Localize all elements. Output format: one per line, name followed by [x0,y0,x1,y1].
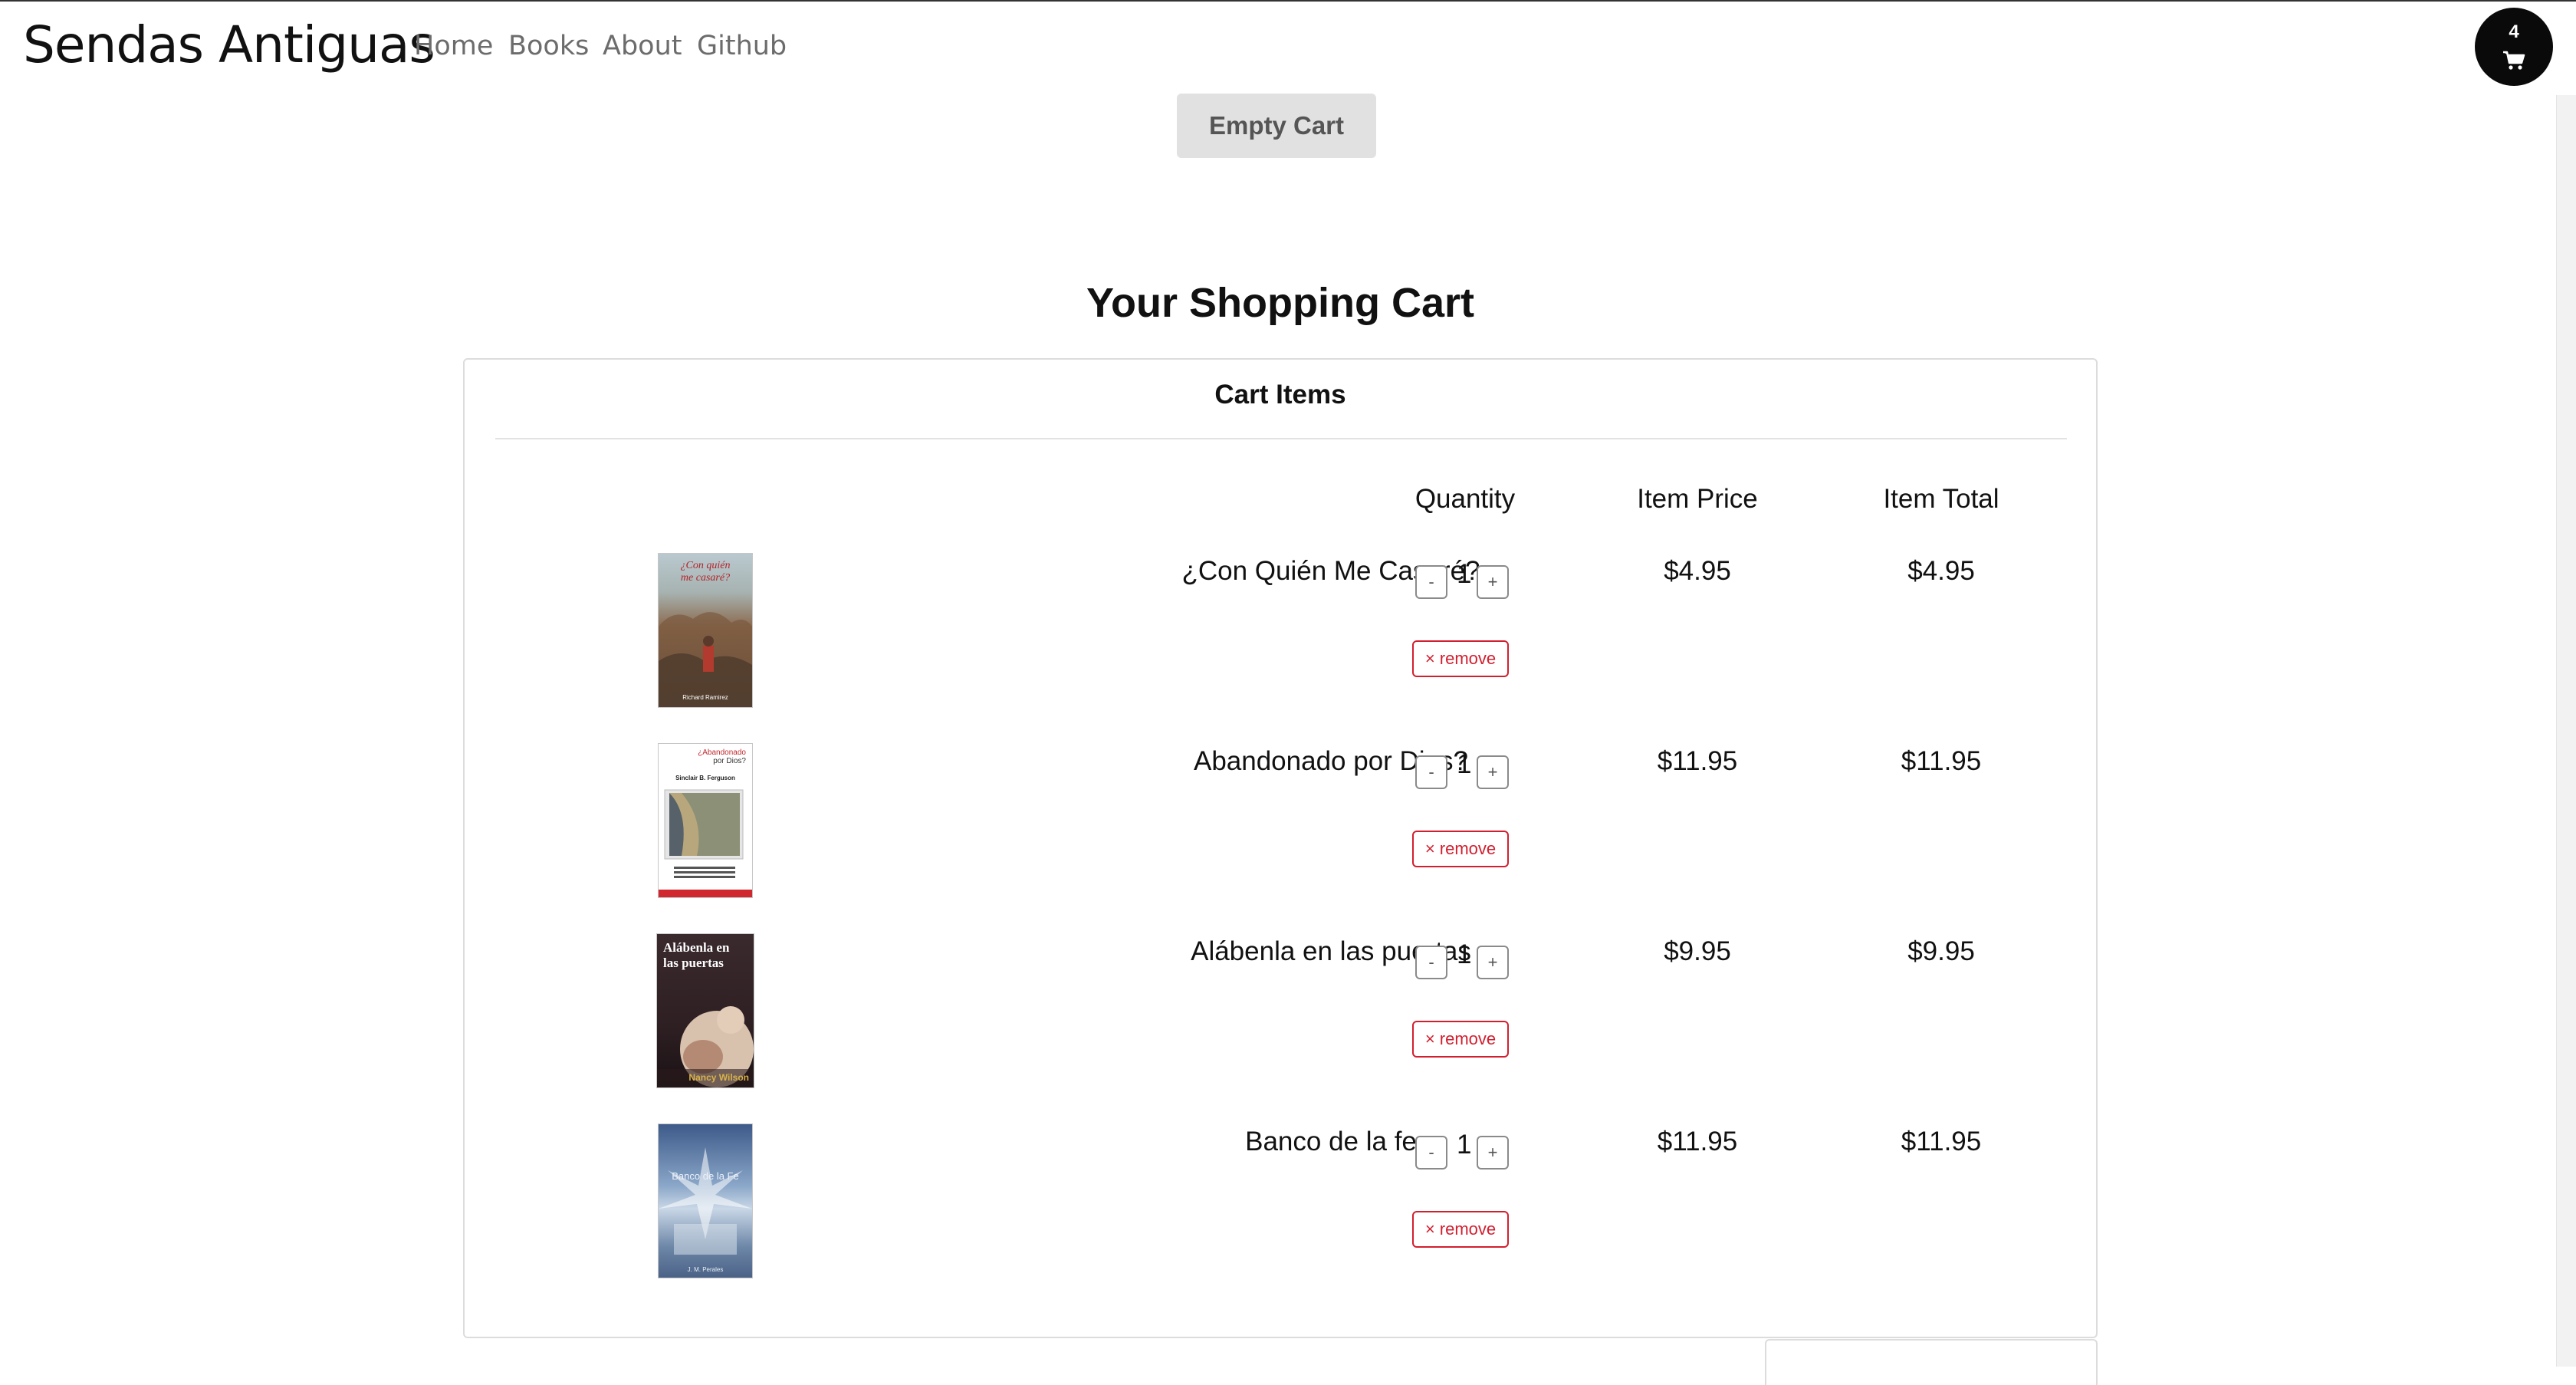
nav-github[interactable]: Github [697,31,787,61]
remove-item-button[interactable]: × remove [1412,831,1509,867]
cover-title-line1: ¿Con quién [680,560,731,571]
cart-item-row: ¿Con quién me casaré? Richard Ramirez ¿C… [465,553,2096,743]
column-item-price: Item Price [1637,484,1758,514]
quantity-value: 1 [1457,1130,1472,1160]
cover-title: Banco de la Fe [672,1170,739,1182]
quantity-stepper: - 1 + [1412,939,1520,979]
cover-title: ¿Con quién me casaré? [659,560,752,584]
nav-home[interactable]: Home [414,31,493,61]
nav-books[interactable]: Books [508,31,589,61]
cart-button[interactable]: 4 [2475,8,2553,86]
book-cover-image[interactable]: ¿Abandonado por Dios? Sinclair B. Fergus… [658,743,753,898]
cover-title-line2: las puertas [663,956,724,970]
book-cover-art [659,789,752,897]
increase-quantity-button[interactable]: + [1477,565,1509,599]
remove-item-button[interactable]: × remove [1412,1021,1509,1058]
cover-author: Nancy Wilson [688,1072,749,1083]
quantity-value: 1 [1457,559,1472,589]
cover-title-line1: ¿Abandonado [698,748,746,757]
quantity-value: 1 [1457,749,1472,779]
increase-quantity-button[interactable]: + [1477,946,1509,979]
column-item-total: Item Total [1883,484,1999,514]
shopping-cart-icon [2503,51,2525,70]
column-quantity: Quantity [1414,484,1516,514]
quantity-stepper: - 1 + [1412,559,1520,599]
remove-item-button[interactable]: × remove [1412,1211,1509,1248]
item-price: $4.95 [1664,556,1731,586]
cart-items-header: Cart Items [1214,380,1346,410]
item-total: $9.95 [1907,936,1975,966]
cover-title-line2: me casaré? [680,572,731,584]
book-cover-image[interactable]: ¿Con quién me casaré? Richard Ramirez [658,553,753,708]
book-cover-image[interactable]: Banco de la Fe J. M. Perales [658,1123,753,1278]
cart-summary-box [1765,1339,2098,1385]
book-cover-art [659,1147,752,1255]
decrease-quantity-button[interactable]: - [1415,1136,1447,1170]
item-price: $11.95 [1657,746,1738,776]
cover-title: Alábenla en las puertas [663,940,729,971]
increase-quantity-button[interactable]: + [1477,755,1509,789]
cart-items-card: Cart Items Quantity Item Price Item Tota… [463,358,2098,1338]
item-price: $11.95 [1657,1127,1738,1156]
cart-item-row: Banco de la Fe J. M. Perales Banco de la… [465,1123,2096,1314]
decrease-quantity-button[interactable]: - [1415,565,1447,599]
decrease-quantity-button[interactable]: - [1415,755,1447,789]
brand-logo[interactable]: Sendas Antiguas [23,15,435,74]
cart-item-row: ¿Abandonado por Dios? Sinclair B. Fergus… [465,743,2096,933]
remove-item-button[interactable]: × remove [1412,640,1509,677]
cover-title-line2: por Dios? [713,757,746,765]
item-total: $4.95 [1907,556,1975,586]
book-cover-image[interactable]: Alábenla en las puertas Nancy Wilson [656,933,754,1088]
cart-item-row: Alábenla en las puertas Nancy Wilson Alá… [465,933,2096,1123]
cart-count-badge: 4 [2509,21,2519,42]
cover-title-line1: Alábenla en [663,940,730,955]
increase-quantity-button[interactable]: + [1477,1136,1509,1170]
item-price: $9.95 [1664,936,1731,966]
cover-author: Richard Ramirez [682,694,728,701]
page-title: Your Shopping Cart [1086,280,1474,326]
quantity-stepper: - 1 + [1412,1130,1520,1170]
quantity-value: 1 [1457,939,1472,969]
header-divider [495,438,2067,439]
cover-author: J. M. Perales [687,1266,724,1273]
empty-cart-button[interactable]: Empty Cart [1177,94,1376,158]
cover-title: ¿Abandonado por Dios? [698,748,746,765]
quantity-stepper: - 1 + [1412,749,1520,789]
item-total: $11.95 [1901,746,1982,776]
nav-about[interactable]: About [603,31,682,61]
cover-author: Sinclair B. Ferguson [675,775,735,781]
decrease-quantity-button[interactable]: - [1415,946,1447,979]
item-total: $11.95 [1901,1127,1982,1156]
navbar: Sendas Antiguas Home Books About Github … [0,2,2576,92]
